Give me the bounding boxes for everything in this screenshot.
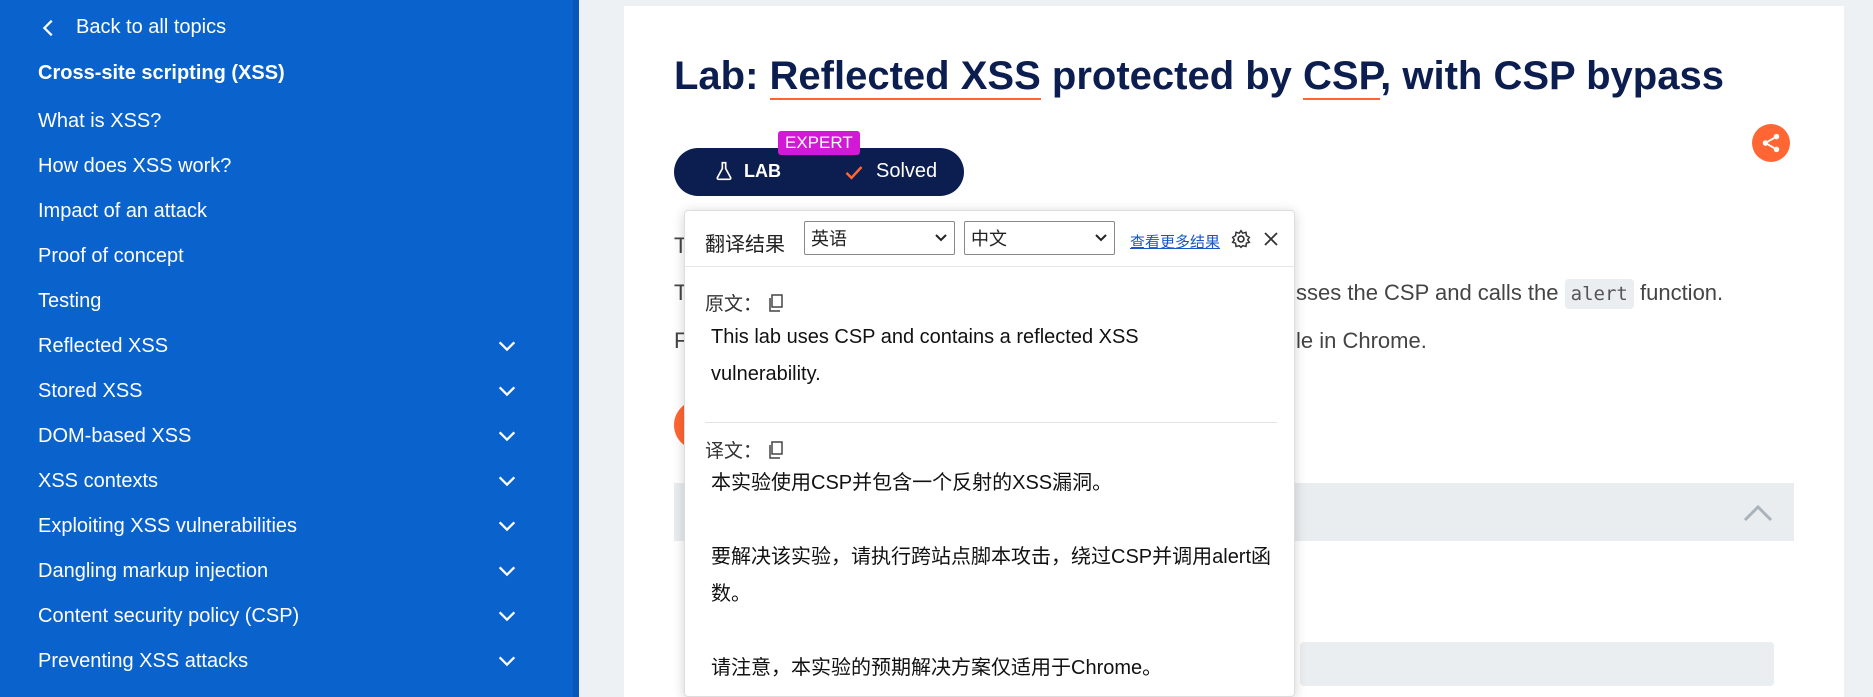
translation-popup: 翻译结果 英语 中文 查看更多结果 原文： This lab uses CSP … [684,210,1296,697]
target-language-select[interactable]: 中文 [964,221,1115,255]
chevron-left-icon [42,19,53,36]
sidebar-item[interactable]: How does XSS work? [38,151,518,181]
sidebar-item[interactable]: Dangling markup injection [38,556,518,586]
sidebar-item[interactable]: Exploiting XSS vulnerabilities [38,511,518,541]
line2-text: sses the CSP and calls the [1296,280,1559,305]
sidebar-item-label: Preventing XSS attacks [38,649,249,672]
chevron-down-icon[interactable] [496,335,518,357]
translation-label: 译文： [705,441,763,462]
close-icon[interactable] [1263,231,1279,247]
gear-icon[interactable] [1231,229,1251,249]
sidebar-item[interactable]: What is XSS? [38,106,518,136]
sidebar-item[interactable]: Testing [38,286,518,316]
alert-code: alert [1564,279,1634,309]
original-text: This lab uses CSP and contains a reflect… [711,326,1139,385]
title-middle: protected by [1040,54,1304,98]
sidebar-item[interactable]: Preventing XSS attacks [38,646,518,676]
solved-label: Solved [876,160,938,182]
dropdown-arrow-icon [935,234,947,242]
copy-icon[interactable] [768,440,784,459]
chevron-down-icon[interactable] [496,560,518,582]
sidebar-item-label: What is XSS? [38,109,162,132]
chevron-down-icon[interactable] [496,605,518,627]
flask-icon [716,161,732,181]
sidebar-item-label: DOM-based XSS [38,424,192,447]
sidebar-item-label: Reflected XSS [38,334,169,357]
topic-sidebar: Back to all topics Cross-site scripting … [0,0,573,697]
chevron-up-icon [1743,504,1773,522]
back-link-label: Back to all topics [76,16,227,38]
page-title: Lab: Reflected XSS protected by CSP, wit… [674,54,1724,100]
title-link-csp[interactable]: CSP [1303,54,1381,100]
source-language-select[interactable]: 英语 [804,221,955,255]
chevron-down-icon[interactable] [496,650,518,672]
target-language-value: 中文 [971,229,1007,249]
title-suffix: , with CSP bypass [1380,54,1724,98]
sidebar-item[interactable]: Impact of an attack [38,196,518,226]
sidebar-item-label: Impact of an attack [38,199,207,222]
sidebar-scroll-edge [573,0,579,697]
lab-status-pill: LAB Solved [674,148,964,196]
source-language-value: 英语 [811,229,847,249]
sidebar-item[interactable]: XSS contexts [38,466,518,496]
translation-paragraph-2: 要解决该实验，请执行跨站点脚本攻击，绕过CSP并调用alert函数。 [711,546,1272,605]
popup-header: 翻译结果 英语 中文 查看更多结果 [685,211,1296,267]
chevron-down-icon[interactable] [496,425,518,447]
sidebar-item[interactable]: Content security policy (CSP) [38,601,518,631]
lab-label-text: LAB [744,160,781,181]
dropdown-arrow-icon [1095,234,1107,242]
lab-description-line-3-end: le in Chrome. [1296,328,1427,353]
sidebar-item-label: Testing [38,289,102,312]
line2-tail: function. [1639,280,1724,305]
share-icon [1762,133,1780,153]
translation-paragraph-1: 本实验使用CSP并包含一个反射的XSS漏洞。 [711,472,1113,494]
title-link-reflected-xss[interactable]: Reflected XSS [769,54,1041,100]
sidebar-item-label: Dangling markup injection [38,559,269,582]
translation-label-row: 译文： [705,436,784,463]
sidebar-item[interactable]: Proof of concept [38,241,518,271]
sidebar-item[interactable]: DOM-based XSS [38,421,518,451]
original-label-row: 原文： [705,289,784,316]
copy-icon[interactable] [768,293,784,312]
sidebar-item-label: Exploiting XSS vulnerabilities [38,514,298,537]
topic-title[interactable]: Cross-site scripting (XSS) [38,62,285,85]
code-block [1300,642,1774,686]
sidebar-item-label: Content security policy (CSP) [38,604,300,627]
sidebar-item[interactable]: Reflected XSS [38,331,518,361]
chevron-down-icon[interactable] [496,380,518,402]
sidebar-item-label: Stored XSS [38,379,143,402]
popup-title: 翻译结果 [705,234,785,256]
sidebar-item-label: XSS contexts [38,469,159,492]
sidebar-item-label: Proof of concept [38,244,184,267]
lab-label: LAB [714,160,781,182]
title-prefix: Lab: [674,54,770,98]
solved-status: Solved [844,160,937,183]
popup-divider [705,422,1277,423]
lab-description-line-2-end: sses the CSP and calls the alert functio… [1296,279,1724,309]
translation-paragraph-3: 请注意，本实验的预期解决方案仅适用于Chrome。 [711,657,1163,679]
more-results-link[interactable]: 查看更多结果 [1130,231,1220,252]
original-label: 原文： [705,294,763,315]
sidebar-item-label: How does XSS work? [38,154,232,177]
chevron-down-icon[interactable] [496,470,518,492]
chevron-down-icon[interactable] [496,515,518,537]
expert-badge: EXPERT [778,131,860,155]
share-button[interactable] [1752,124,1790,162]
sidebar-item[interactable]: Stored XSS [38,376,518,406]
check-icon [845,165,863,180]
back-to-topics-link[interactable]: Back to all topics [38,16,226,39]
